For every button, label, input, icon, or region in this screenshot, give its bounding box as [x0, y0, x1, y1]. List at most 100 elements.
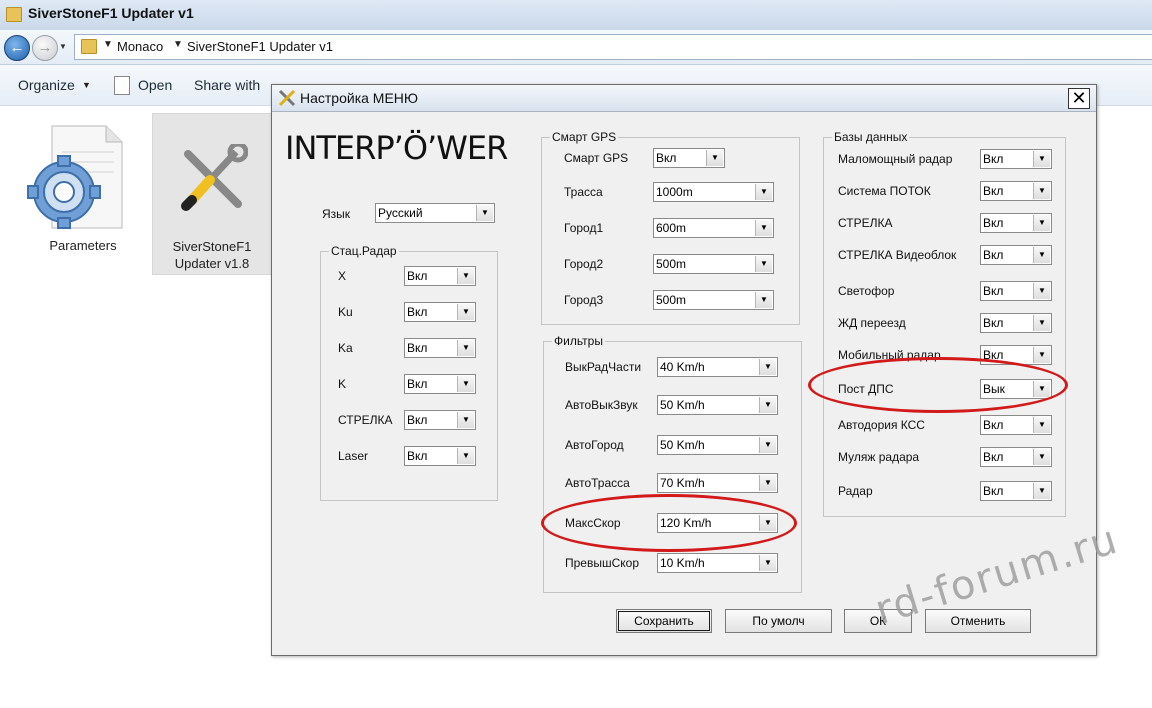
save-button[interactable]: Сохранить — [616, 609, 712, 633]
select-value: Вкл — [983, 152, 1004, 166]
smart-gps-row-select[interactable]: 500m ▼ — [653, 290, 774, 310]
smart-gps-row-select[interactable]: 600m ▼ — [653, 218, 774, 238]
chevron-down-icon[interactable]: ▼ — [1033, 183, 1050, 199]
select-value: Вкл — [983, 418, 1004, 432]
chevron-down-icon[interactable]: ▼ — [755, 292, 772, 308]
breadcrumb-monaco[interactable]: Monaco — [117, 39, 163, 54]
chevron-down-icon[interactable]: ▼ — [457, 268, 474, 284]
databases-row-select[interactable]: Вкл ▼ — [980, 245, 1052, 265]
chevron-down-icon[interactable]: ▼ — [457, 340, 474, 356]
filters-row-label: АвтоГород — [565, 438, 624, 452]
back-button[interactable]: ← — [4, 35, 30, 61]
smart-gps-row-select[interactable]: 1000m ▼ — [653, 182, 774, 202]
smart-gps-row-select[interactable]: Вкл ▼ — [653, 148, 725, 168]
breadcrumb-arrow-icon[interactable]: ▼ — [103, 39, 113, 50]
stat-radar-row-label: Laser — [338, 449, 369, 463]
chevron-down-icon[interactable]: ▼ — [1033, 247, 1050, 263]
forward-button[interactable]: → — [32, 35, 58, 61]
select-value: Вкл — [407, 449, 428, 463]
chevron-down-icon[interactable]: ▼ — [457, 448, 474, 464]
language-select[interactable]: Русский ▼ — [375, 203, 495, 223]
breadcrumb-current[interactable]: SiverStoneF1 Updater v1 — [187, 39, 333, 54]
databases-row-select[interactable]: Вкл ▼ — [980, 213, 1052, 233]
updater-label[interactable]: SiverStoneF1 Updater v1.8 — [152, 238, 272, 272]
chevron-down-icon[interactable]: ▼ — [1033, 283, 1050, 299]
select-value: Вкл — [983, 316, 1004, 330]
filters-row-label: АвтоВыкЗвук — [565, 398, 638, 412]
stat-radar-row-select[interactable]: Вкл ▼ — [404, 266, 476, 286]
chevron-down-icon[interactable]: ▼ — [1033, 215, 1050, 231]
chevron-down-icon[interactable]: ▼ — [457, 412, 474, 428]
language-label: Язык — [322, 207, 351, 221]
open-button[interactable]: Open — [138, 77, 172, 93]
highlight-ellipse-post-dps — [808, 357, 1068, 413]
select-value: Вкл — [407, 341, 428, 355]
chevron-down-icon[interactable]: ▼ — [759, 397, 776, 413]
filters-row-select[interactable]: 10 Km/h ▼ — [657, 553, 778, 573]
stat-radar-row-select[interactable]: Вкл ▼ — [404, 338, 476, 358]
chevron-down-icon[interactable]: ▼ — [1033, 449, 1050, 465]
chevron-down-icon[interactable]: ▼ — [457, 304, 474, 320]
select-value: 10 Km/h — [660, 556, 705, 570]
address-field[interactable]: ▼ Monaco ▼ SiverStoneF1 Updater v1 — [74, 34, 1152, 60]
chevron-down-icon[interactable]: ▼ — [82, 80, 91, 90]
filters-row-select[interactable]: 40 Km/h ▼ — [657, 357, 778, 377]
stat-radar-row-select[interactable]: Вкл ▼ — [404, 374, 476, 394]
share-with-menu[interactable]: Share with — [194, 77, 260, 93]
group-stat-radar-title: Стац.Радар — [329, 244, 399, 258]
stat-radar-row-select[interactable]: Вкл ▼ — [404, 410, 476, 430]
chevron-down-icon[interactable]: ▼ — [759, 555, 776, 571]
smart-gps-row-select[interactable]: 500m ▼ — [653, 254, 774, 274]
updater-label-line2: Updater v1.8 — [174, 256, 250, 271]
parameters-file[interactable] — [22, 122, 126, 234]
databases-row-select[interactable]: Вкл ▼ — [980, 181, 1052, 201]
chevron-down-icon[interactable]: ▼ — [755, 184, 772, 200]
select-value: Вкл — [983, 184, 1004, 198]
databases-row-label: Автодория КСС — [838, 418, 925, 432]
databases-row-select[interactable]: Вкл ▼ — [980, 415, 1052, 435]
chevron-down-icon[interactable]: ▼ — [755, 220, 772, 236]
stat-radar-row-select[interactable]: Вкл ▼ — [404, 302, 476, 322]
chevron-down-icon[interactable]: ▼ — [1033, 483, 1050, 499]
chevron-down-icon[interactable]: ▼ — [1033, 417, 1050, 433]
chevron-down-icon[interactable]: ▼ — [1033, 347, 1050, 363]
stat-radar-row-select[interactable]: Вкл ▼ — [404, 446, 476, 466]
organize-menu[interactable]: Organize — [18, 77, 75, 93]
stat-radar-row-label: K — [338, 377, 347, 391]
tools-icon — [181, 144, 248, 211]
group-databases-title: Базы данных — [832, 130, 910, 144]
window-title: SiverStoneF1 Updater v1 — [28, 5, 194, 21]
history-dropdown-icon[interactable]: ▼ — [59, 42, 67, 51]
select-value: 600m — [656, 221, 687, 235]
databases-row-select[interactable]: Вкл ▼ — [980, 149, 1052, 169]
default-button[interactable]: По умолч — [725, 609, 832, 633]
filters-row-select[interactable]: 50 Km/h ▼ — [657, 435, 778, 455]
chevron-down-icon[interactable]: ▼ — [759, 359, 776, 375]
databases-row-select[interactable]: Вкл ▼ — [980, 281, 1052, 301]
databases-row-select[interactable]: Вкл ▼ — [980, 447, 1052, 467]
filters-row-select[interactable]: 70 Km/h ▼ — [657, 473, 778, 493]
databases-row-select[interactable]: Вкл ▼ — [980, 313, 1052, 333]
breadcrumb-arrow-icon[interactable]: ▼ — [173, 39, 183, 50]
chevron-down-icon[interactable]: ▼ — [759, 475, 776, 491]
chevron-down-icon[interactable]: ▼ — [759, 437, 776, 453]
chevron-down-icon[interactable]: ▼ — [706, 150, 723, 166]
close-button[interactable]: ✕ — [1068, 88, 1090, 109]
chevron-down-icon[interactable]: ▼ — [755, 256, 772, 272]
interpower-logo: INTERP’Ö’WER — [285, 129, 508, 167]
highlight-ellipse-max-speed — [541, 494, 797, 552]
databases-row-label: Светофор — [838, 284, 895, 298]
smart-gps-row-label: Смарт GPS — [564, 151, 629, 165]
filters-row-select[interactable]: 50 Km/h ▼ — [657, 395, 778, 415]
chevron-down-icon[interactable]: ▼ — [1033, 151, 1050, 167]
parameters-label[interactable]: Parameters — [28, 238, 138, 253]
select-value: 1000m — [656, 185, 693, 199]
chevron-down-icon[interactable]: ▼ — [457, 376, 474, 392]
dialog-title: Настройка МЕНЮ — [300, 90, 419, 106]
chevron-down-icon[interactable]: ▼ — [1033, 315, 1050, 331]
select-value: 50 Km/h — [660, 438, 705, 452]
databases-row-label: СТРЕЛКА Видеоблок — [838, 248, 957, 262]
chevron-down-icon[interactable]: ▼ — [476, 205, 493, 221]
databases-row-select[interactable]: Вкл ▼ — [980, 481, 1052, 501]
tools-icon — [278, 89, 296, 107]
